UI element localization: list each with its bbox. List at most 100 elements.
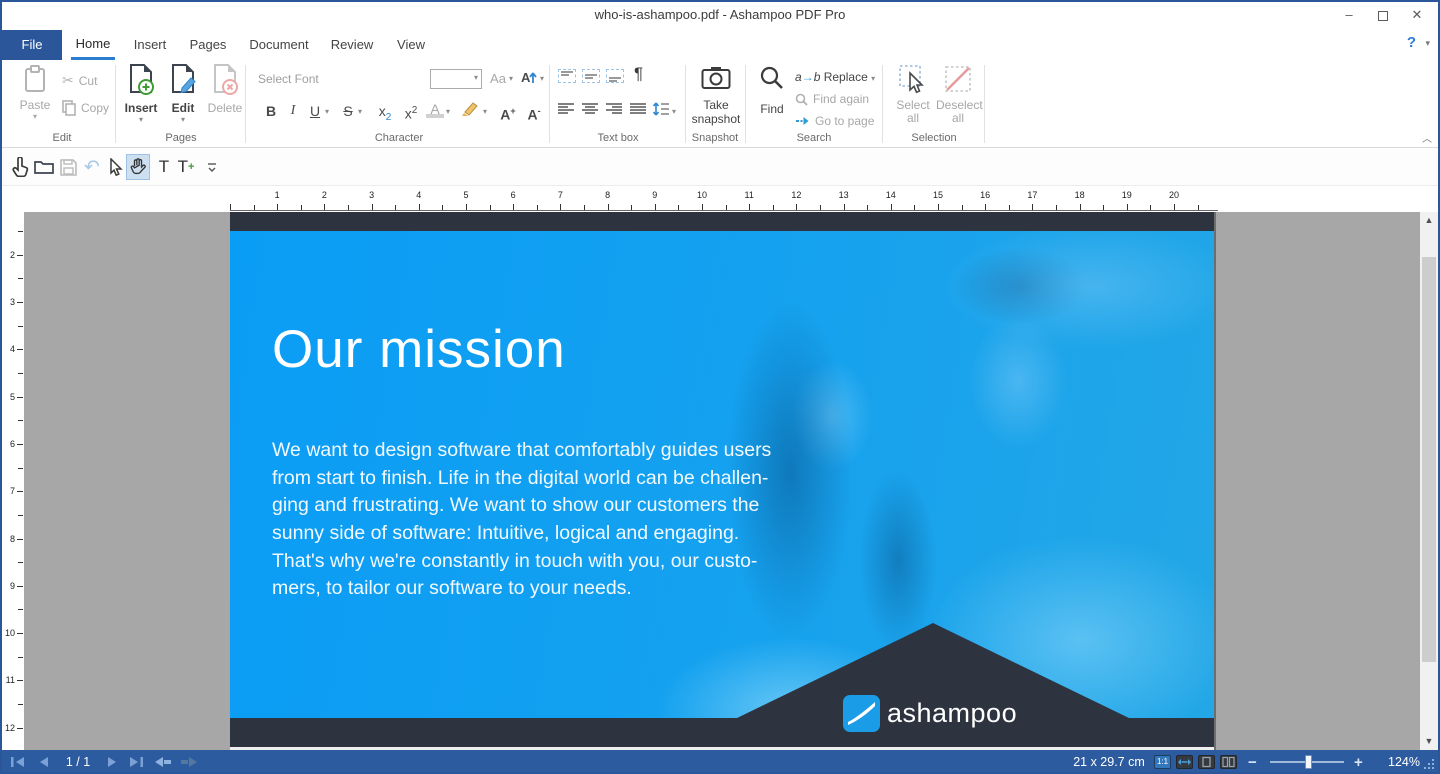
deselect-all-icon	[943, 64, 973, 94]
pilcrow-button[interactable]: ¶	[634, 64, 643, 84]
align-right-button[interactable]	[606, 102, 622, 116]
copy-icon	[62, 100, 76, 116]
hand-tool-button[interactable]	[126, 154, 150, 180]
open-file-button[interactable]	[32, 154, 56, 180]
slide-body-text[interactable]: We want to design software that comforta…	[272, 437, 771, 603]
touch-mode-button[interactable]	[8, 154, 32, 180]
scroll-up-icon[interactable]: ▲	[1420, 212, 1438, 229]
replace-button[interactable]: a→b Replace ▾	[795, 70, 875, 84]
align-left-button[interactable]	[558, 102, 574, 116]
italic-button[interactable]: I	[286, 100, 300, 122]
tab-insert[interactable]: Insert	[128, 30, 172, 60]
tab-review[interactable]: Review	[328, 30, 376, 60]
ashampoo-logo-text: ashampoo	[887, 698, 1017, 729]
help-caret-icon[interactable]: ▾	[1425, 38, 1430, 49]
undo-button[interactable]: ↶	[80, 154, 104, 180]
resize-grip-icon[interactable]	[1421, 756, 1434, 769]
slide-title[interactable]: Our mission	[272, 319, 566, 380]
align-text-middle-button[interactable]	[582, 69, 600, 83]
line-spacing-button[interactable]	[652, 101, 670, 122]
edit-page-icon	[170, 64, 196, 96]
align-text-top-button[interactable]	[558, 69, 576, 83]
vertical-scrollbar[interactable]: ▲ ▼	[1420, 212, 1438, 750]
text-tool-button[interactable]: T	[152, 154, 176, 180]
tab-document[interactable]: Document	[246, 30, 312, 60]
change-case-button[interactable]: Aa	[488, 68, 508, 90]
change-case-caret-icon[interactable]: ▾	[509, 74, 513, 83]
minimize-button[interactable]: –	[1332, 2, 1366, 28]
align-center-button[interactable]	[582, 102, 598, 116]
paste-button[interactable]: Paste ▾	[14, 65, 56, 121]
select-font-combo[interactable]: Select Font	[258, 72, 319, 86]
toolbar-overflow-button[interactable]	[200, 154, 224, 180]
highlight-caret-icon[interactable]: ▾	[483, 107, 487, 116]
zoom-out-button[interactable]: −	[1248, 750, 1257, 774]
next-page-button[interactable]	[106, 750, 118, 774]
superscript-button[interactable]: x2	[400, 100, 422, 122]
align-text-bottom-button[interactable]	[606, 69, 624, 83]
scrollbar-thumb[interactable]	[1422, 257, 1436, 662]
help-button[interactable]: ?	[1407, 34, 1416, 51]
page-size-label: 21 x 29.7 cm	[1059, 750, 1159, 774]
actual-size-button[interactable]: 1:1	[1154, 755, 1171, 769]
maximize-button[interactable]	[1366, 2, 1400, 28]
go-to-page-button[interactable]: Go to page	[795, 114, 874, 128]
status-bar: 1 / 1 21 x 29.7 cm 1:1 − + 124%	[2, 750, 1438, 774]
deselect-all-button[interactable]: Deselect all	[936, 64, 980, 125]
previous-view-button[interactable]	[154, 750, 172, 774]
pdf-page[interactable]: Our mission We want to design software t…	[230, 212, 1214, 750]
collapse-ribbon-button[interactable]: ︿	[1422, 130, 1432, 145]
grow-font-button[interactable]: A+	[496, 100, 520, 122]
cut-button[interactable]: ✂ Cut	[62, 72, 97, 89]
fit-width-button[interactable]	[1176, 755, 1193, 769]
quick-toolbar: ↶ T T+	[2, 149, 1438, 186]
save-button[interactable]	[56, 154, 80, 180]
font-color-button[interactable]: A	[426, 100, 444, 118]
select-all-button[interactable]: Select all	[892, 64, 934, 125]
orientation-caret-icon[interactable]: ▾	[540, 74, 544, 83]
delete-page-button[interactable]: Delete	[206, 64, 244, 115]
bold-button[interactable]: B	[262, 100, 280, 122]
group-separator	[115, 65, 116, 143]
close-button[interactable]: ✕	[1400, 2, 1434, 28]
tab-file[interactable]: File	[2, 30, 62, 60]
strikethrough-button[interactable]: S	[339, 100, 357, 122]
previous-page-button[interactable]	[38, 750, 50, 774]
zoom-slider-thumb[interactable]	[1305, 755, 1312, 769]
camera-icon	[701, 66, 731, 90]
underline-button[interactable]: U	[306, 100, 324, 122]
shrink-font-button[interactable]: A-	[523, 100, 545, 122]
find-button[interactable]: Find	[754, 65, 790, 116]
line-spacing-caret-icon[interactable]: ▾	[672, 107, 676, 116]
edit-page-button[interactable]: Edit ▾	[164, 64, 202, 124]
next-view-button[interactable]	[180, 750, 198, 774]
last-page-button[interactable]	[128, 750, 144, 774]
underline-caret-icon[interactable]: ▾	[325, 107, 329, 116]
strikethrough-caret-icon[interactable]: ▾	[358, 107, 362, 116]
document-area[interactable]: Our mission We want to design software t…	[2, 212, 1438, 750]
copy-button[interactable]: Copy	[62, 100, 109, 116]
facing-pages-button[interactable]	[1220, 755, 1237, 769]
take-snapshot-button[interactable]: Take snapshot	[688, 66, 744, 126]
tab-pages[interactable]: Pages	[186, 30, 230, 60]
select-tool-button[interactable]	[104, 154, 128, 180]
first-page-button[interactable]	[10, 750, 26, 774]
font-color-caret-icon[interactable]: ▾	[446, 107, 450, 116]
add-text-tool-button[interactable]: T+	[174, 154, 198, 180]
text-orientation-button[interactable]: A	[518, 68, 538, 90]
fit-page-button[interactable]	[1198, 755, 1215, 769]
tab-view[interactable]: View	[390, 30, 432, 60]
find-again-button[interactable]: Find again	[795, 92, 869, 106]
scroll-down-icon[interactable]: ▼	[1420, 733, 1438, 750]
group-separator	[745, 65, 746, 143]
zoom-in-button[interactable]: +	[1354, 750, 1363, 774]
tab-home[interactable]: Home	[71, 30, 115, 60]
insert-page-button[interactable]: Insert ▾	[122, 64, 160, 124]
font-size-combo[interactable]: ▾	[430, 69, 482, 89]
group-label-pages: Pages	[118, 132, 244, 144]
edit-caret-icon: ▾	[164, 115, 202, 124]
subscript-button[interactable]: x2	[374, 100, 396, 122]
justify-button[interactable]	[630, 102, 646, 116]
next-view-icon	[180, 756, 198, 768]
highlight-button[interactable]	[460, 100, 482, 122]
